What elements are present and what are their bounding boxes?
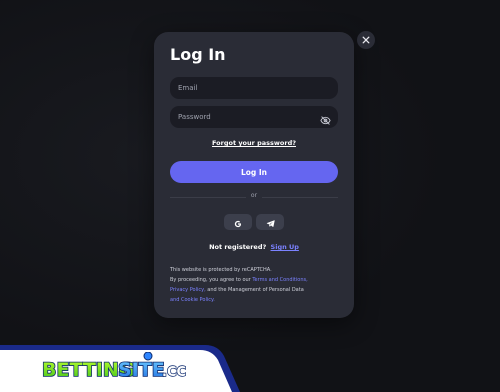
login-modal: Log In Forgot your password? Log In or — [154, 32, 354, 318]
signup-prompt: Not registered? — [209, 243, 267, 251]
or-label: or — [245, 192, 263, 199]
football-icon — [143, 352, 153, 361]
terms-link[interactable]: Terms and Conditions, — [252, 277, 307, 283]
forgot-password-link[interactable]: Forgot your password? — [154, 139, 354, 147]
eye-off-icon[interactable] — [320, 111, 331, 125]
password-input[interactable] — [178, 113, 330, 121]
google-login-button[interactable] — [224, 214, 252, 230]
legal-prefix: By proceeding, you agree to our — [170, 277, 251, 283]
or-separator: or — [154, 192, 354, 199]
login-button[interactable]: Log In — [170, 161, 338, 183]
recaptcha-notice: This website is protected by reCAPTCHA. — [170, 267, 272, 273]
legal-line-2: By proceeding, you agree to our Terms an… — [170, 275, 340, 285]
telegram-login-button[interactable] — [256, 214, 284, 230]
legal-line-4: and Cookie Policy. — [170, 295, 340, 305]
legal-mid: and the Management of Personal Data — [207, 287, 304, 293]
modal-title: Log In — [170, 45, 226, 64]
legal-line-3: Privacy Policy, and the Management of Pe… — [170, 285, 340, 295]
close-icon[interactable] — [357, 31, 375, 49]
cookie-policy-link[interactable]: and Cookie Policy. — [170, 297, 215, 303]
brand-tld: .CC — [162, 365, 186, 380]
signup-row: Not registered? Sign Up — [154, 243, 354, 251]
signup-link[interactable]: Sign Up — [271, 243, 299, 251]
telegram-icon — [266, 213, 275, 232]
brand-part2: SITE — [118, 359, 165, 381]
password-field[interactable] — [170, 106, 338, 128]
email-input[interactable] — [178, 84, 330, 92]
email-field[interactable] — [170, 77, 338, 99]
privacy-link[interactable]: Privacy Policy, — [170, 287, 206, 293]
bettingsite-logo: BETTING SITE .CC — [40, 352, 200, 382]
google-icon — [234, 213, 242, 232]
legal-notice: This website is protected by reCAPTCHA. … — [170, 265, 340, 305]
